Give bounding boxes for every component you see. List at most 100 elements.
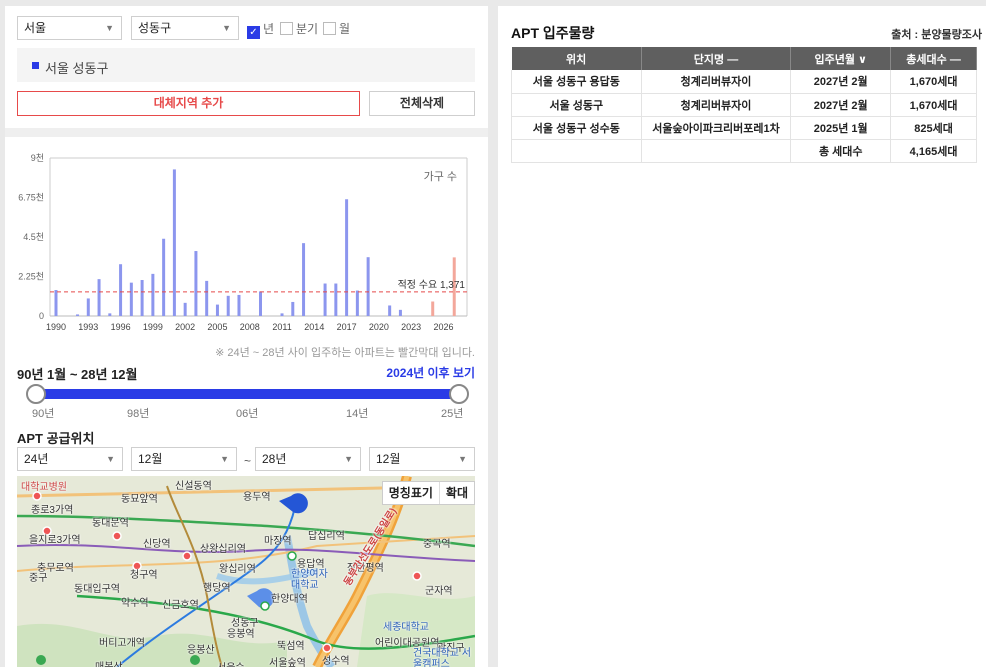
checkbox-icon: [280, 22, 293, 35]
map-label: 세종대학교: [383, 622, 429, 633]
map-label: 응봉산: [187, 645, 215, 656]
district-select[interactable]: 성동구 ▼: [131, 16, 239, 40]
range-end-handle[interactable]: [449, 384, 469, 404]
bar-2011[interactable]: [280, 313, 284, 316]
column-header-location[interactable]: 위치: [511, 47, 642, 70]
bar-2012[interactable]: [291, 301, 295, 316]
bar-1998[interactable]: [140, 280, 144, 316]
period-year-checkbox[interactable]: 년: [247, 21, 274, 39]
bar-1994[interactable]: [97, 279, 101, 316]
bar-1995[interactable]: [108, 313, 112, 316]
bar-2000[interactable]: [162, 238, 166, 316]
to-month-select[interactable]: 12월 ▼: [369, 447, 475, 471]
from-month-select[interactable]: 12월 ▼: [131, 447, 237, 471]
map-label: 마장역: [264, 536, 292, 547]
bar-2022[interactable]: [398, 309, 402, 316]
bar-1996[interactable]: [119, 264, 123, 316]
bar-1997[interactable]: [129, 282, 133, 316]
left-panel: 서울 ▼ 성동구 ▼ 년 분기 월 서울 성동구 대체지역 추가 전체삭제 가구…: [5, 6, 488, 667]
period-quarter-checkbox[interactable]: 분기: [280, 21, 318, 37]
map-label: 대학교병원: [21, 482, 67, 493]
bar-2005[interactable]: [215, 304, 219, 316]
map-label: 행당역: [203, 583, 231, 594]
bar-2017[interactable]: [345, 199, 349, 316]
from-year-select[interactable]: 24년 ▼: [17, 447, 123, 471]
cell-households: 1,670세대: [890, 93, 977, 117]
column-header-move-in[interactable]: 입주년월 ∨: [790, 47, 892, 70]
map-label: 을지로3가역: [29, 535, 81, 546]
bar-1990[interactable]: [54, 290, 58, 316]
bar-2019[interactable]: [366, 257, 370, 316]
map-label: 동대문역: [92, 518, 129, 529]
map-label: 신설동역: [175, 481, 212, 492]
bar-2021[interactable]: [388, 305, 392, 316]
bar-2003[interactable]: [194, 251, 198, 316]
map-label: 서울숲: [217, 659, 245, 667]
period-month-label: 월: [339, 22, 351, 36]
bar-2016[interactable]: [334, 283, 338, 316]
to-month-value: 12월: [376, 452, 401, 466]
bar-2006[interactable]: [226, 295, 230, 316]
map-label: 용두역: [243, 492, 271, 503]
bar-2002[interactable]: [183, 302, 187, 316]
x-tick-label: 2023: [401, 322, 421, 332]
bar-2007[interactable]: [237, 294, 241, 316]
table-row: 서울 성동구 성수동 서울숲아이파크리버포레1차 2025년 1월 825세대: [511, 116, 977, 140]
period-month-checkbox[interactable]: 월: [323, 21, 350, 37]
bar-1992[interactable]: [76, 314, 80, 316]
x-tick-label: 2011: [272, 322, 291, 332]
x-tick-label: 1999: [143, 322, 163, 332]
to-year-select[interactable]: 28년 ▼: [255, 447, 361, 471]
map-label: 중곡역: [423, 539, 451, 550]
range-tick: 90년: [32, 408, 55, 420]
data-source: 출처 : 분양물량조사: [891, 29, 982, 41]
delete-all-button[interactable]: 전체삭제: [369, 91, 475, 116]
bar-2004[interactable]: [205, 280, 209, 316]
supply-table: 위치 단지명 — 입주년월 ∨ 총세대수 — 서울 성동구 용답동 청계리버뷰자…: [511, 47, 977, 163]
bar-2009[interactable]: [259, 291, 262, 316]
bar-2025[interactable]: [431, 301, 435, 316]
column-header-complex[interactable]: 단지명 —: [641, 47, 792, 70]
bar-1993[interactable]: [86, 298, 90, 316]
bar-2018[interactable]: [355, 290, 359, 316]
column-header-households[interactable]: 총세대수 —: [890, 47, 977, 70]
bar-1999[interactable]: [151, 273, 155, 316]
map-label: 동묘앞역: [121, 494, 158, 505]
map-label: 한양대역: [271, 594, 308, 605]
reference-demand-label: 적정 수요 1,371: [398, 279, 466, 291]
supply-table-title: APT 입주물량: [511, 25, 595, 41]
map-label: 어린이대공원역: [375, 638, 440, 649]
map-label: 약수역: [121, 598, 149, 609]
bar-2001[interactable]: [172, 169, 176, 316]
period-quarter-label: 분기: [296, 22, 319, 36]
range-start-handle[interactable]: [26, 384, 46, 404]
checkbox-icon: [323, 22, 336, 35]
city-select[interactable]: 서울 ▼: [17, 16, 122, 40]
map-label: 응봉역: [227, 629, 255, 640]
chevron-down-icon: ▼: [220, 454, 229, 464]
map-show-names-button[interactable]: 명칭표기: [383, 482, 439, 504]
chevron-down-icon: ▼: [458, 454, 467, 464]
map-label: 뚝섬역: [277, 641, 305, 652]
map-label: 버티고개역: [99, 638, 145, 649]
supply-location-title: APT 공급위치: [17, 431, 95, 446]
map-label: 건국대학교 서울캠퍼스: [413, 648, 471, 667]
bar-2013[interactable]: [302, 243, 306, 316]
view-after-2024-link[interactable]: 2024년 이후 보기: [386, 364, 475, 381]
period-range-slider-track[interactable]: [33, 389, 459, 399]
x-tick-label: 2002: [175, 322, 195, 332]
map-label: 상왕십리역: [200, 544, 246, 555]
selected-region-box: 서울 성동구: [17, 48, 475, 82]
table-header-row: 위치 단지명 — 입주년월 ∨ 총세대수 —: [511, 47, 977, 70]
map-label: 서울숲역: [269, 658, 306, 667]
chevron-down-icon: ▼: [222, 23, 231, 33]
y-tick-label: 4.5천: [23, 232, 44, 242]
map-label: 용답역: [297, 559, 325, 570]
range-tick: 25년: [441, 408, 464, 420]
add-region-button[interactable]: 대체지역 추가: [17, 91, 360, 116]
map-zoom-button[interactable]: 확대: [438, 482, 474, 504]
cell-complex: 서울숲아이파크리버포레1차: [641, 116, 792, 140]
cell-complex: 청계리버뷰자이: [641, 70, 792, 94]
bar-2015[interactable]: [323, 283, 327, 316]
supply-location-map[interactable]: 대학교병원 동묘앞역 신설동역 용두역 종로3가역 동대문역 을지로3가역 신당…: [17, 476, 475, 667]
